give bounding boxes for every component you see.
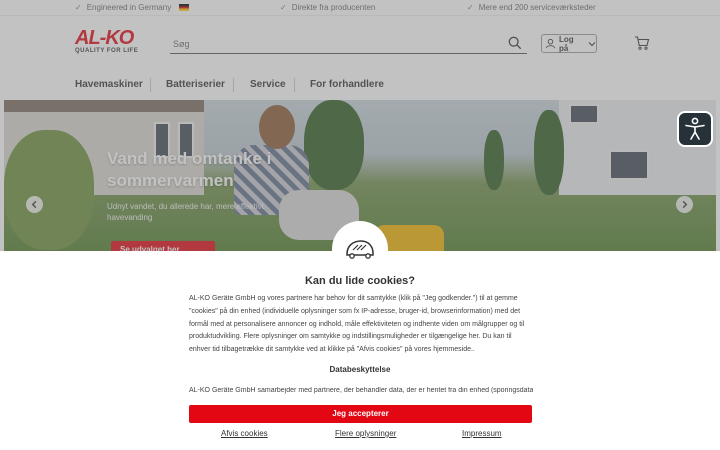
accessibility-icon (685, 117, 705, 140)
robot-mower-icon (346, 240, 374, 259)
imprint-link[interactable]: Impressum (462, 429, 502, 438)
cookie-dialog-badge (335, 224, 385, 274)
reject-cookies-link[interactable]: Afvis cookies (221, 429, 268, 438)
accept-cookies-button[interactable]: Jeg accepterer (189, 405, 532, 423)
data-protection-heading: Databeskyttelse (329, 365, 391, 374)
cookie-consent-dialog: Kan du lide cookies? AL-KO Geräte GmbH o… (0, 224, 720, 450)
cookie-dialog-title: Kan du lide cookies? (304, 275, 416, 287)
more-info-link[interactable]: Flere oplysninger (335, 429, 396, 438)
accessibility-button[interactable] (677, 111, 713, 147)
cookie-dialog-text: AL-KO Geräte GmbH og vores partnere har … (189, 295, 525, 354)
data-protection-text: AL-KO Geräte GmbH samarbejder med partne… (189, 387, 533, 394)
